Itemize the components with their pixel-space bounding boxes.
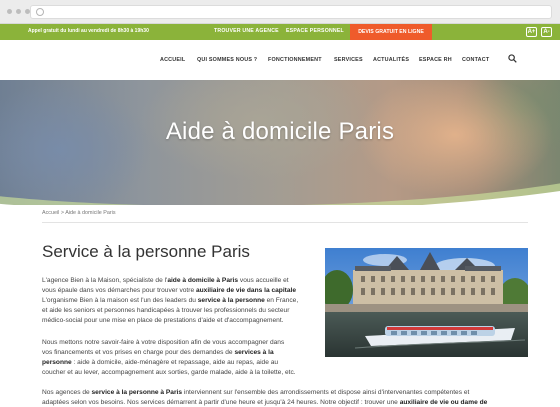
divider: [42, 222, 528, 223]
agencies-paragraph: Nos agences de service à la personne à P…: [42, 389, 488, 406]
font-increase-button[interactable]: A+: [526, 27, 537, 37]
breadcrumb[interactable]: Accueil > Aide à domicile Paris: [42, 210, 116, 216]
hero-banner: Aide à domicile Paris: [0, 80, 560, 205]
intro-paragraph: L'agence Bien à la Maison, spécialiste d…: [42, 277, 299, 324]
window-dot[interactable]: [7, 9, 12, 14]
paris-city-hall-photo: [325, 248, 528, 357]
browser-window: Appel gratuit du lundi au vendredi de 8h…: [0, 0, 560, 407]
hero-title: Aide à domicile Paris: [165, 118, 395, 145]
nav-item-services[interactable]: SERVICES: [334, 57, 363, 63]
main-nav: ACCUEIL QUI SOMMES NOUS ? FONCTIONNEMENT…: [0, 40, 560, 80]
address-bar[interactable]: [30, 5, 552, 19]
find-agency-link[interactable]: TROUVER UNE AGENCE: [214, 28, 279, 34]
nav-item-contact[interactable]: CONTACT: [462, 57, 489, 63]
font-decrease-button[interactable]: A-: [541, 27, 552, 37]
top-bar: Appel gratuit du lundi au vendredi de 8h…: [0, 24, 560, 40]
free-quote-button[interactable]: DEVIS GRATUIT EN LIGNE: [350, 24, 432, 40]
personal-space-link[interactable]: ESPACE PERSONNEL: [286, 28, 344, 34]
window-controls: [7, 9, 30, 14]
nav-item-fonctionnement[interactable]: FONCTIONNEMENT: [268, 57, 322, 63]
opening-hours-text: Appel gratuit du lundi au vendredi de 8h…: [28, 28, 149, 34]
reload-icon[interactable]: [36, 8, 44, 16]
services-paragraph: Nous mettons notre savoir-faire à votre …: [42, 339, 296, 376]
hero-curve-decoration: [0, 183, 560, 205]
window-dot[interactable]: [16, 9, 21, 14]
nav-item-actualites[interactable]: ACTUALITÉS: [373, 57, 409, 63]
page-title: Service à la personne Paris: [42, 242, 250, 261]
nav-item-espace-rh[interactable]: ESPACE RH: [419, 57, 452, 63]
nav-item-accueil[interactable]: ACCUEIL: [160, 57, 185, 63]
search-icon[interactable]: [508, 54, 517, 63]
browser-chrome: [0, 0, 560, 24]
nav-item-qui-sommes-nous[interactable]: QUI SOMMES NOUS ?: [197, 57, 257, 63]
